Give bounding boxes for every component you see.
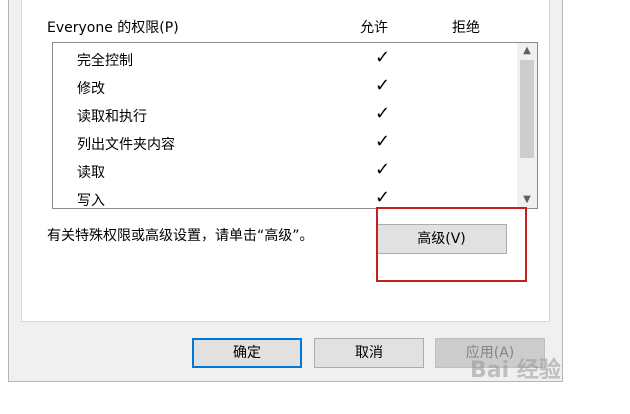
permission-row[interactable]: 读取 ✓ — [53, 159, 519, 184]
permission-name: 写入 — [77, 193, 105, 209]
permission-row[interactable]: 修改 ✓ — [53, 75, 519, 100]
permissions-list[interactable]: 完全控制 ✓ 修改 ✓ 读取和执行 ✓ 列出文件夹内容 ✓ 读取 ✓ 写入 ✓ — [52, 42, 538, 209]
allow-check-icon: ✓ — [375, 75, 391, 96]
cancel-button[interactable]: 取消 — [314, 338, 424, 368]
allow-check-icon: ✓ — [375, 103, 391, 124]
permission-name: 列出文件夹内容 — [77, 137, 175, 153]
allow-check-icon: ✓ — [375, 187, 391, 208]
allow-check-icon: ✓ — [375, 159, 391, 180]
permission-name: 读取和执行 — [77, 109, 147, 125]
chevron-down-icon[interactable]: ▼ — [517, 192, 537, 208]
allow-column-header: 允许 — [360, 20, 388, 36]
ok-button[interactable]: 确定 — [192, 338, 302, 368]
permission-row[interactable]: 读取和执行 ✓ — [53, 103, 519, 128]
chevron-up-icon[interactable]: ▲ — [517, 43, 537, 59]
allow-check-icon: ✓ — [375, 47, 391, 68]
permission-name: 完全控制 — [77, 53, 133, 69]
scroll-thumb[interactable] — [520, 60, 534, 158]
advanced-hint-text: 有关特殊权限或高级设置，请单击“高级”。 — [47, 228, 314, 244]
list-scrollbar[interactable]: ▲ ▼ — [517, 43, 537, 208]
permission-row[interactable]: 列出文件夹内容 ✓ — [53, 131, 519, 156]
allow-check-icon: ✓ — [375, 131, 391, 152]
watermark-logo: Bai 经验 — [470, 358, 561, 383]
deny-column-header: 拒绝 — [452, 20, 480, 36]
permission-row[interactable]: 完全控制 ✓ — [53, 47, 519, 72]
highlight-box — [376, 207, 527, 282]
permissions-title: Everyone 的权限(P) — [47, 20, 179, 36]
permission-row[interactable]: 写入 ✓ — [53, 187, 519, 209]
permission-name: 修改 — [77, 81, 105, 97]
permission-name: 读取 — [77, 165, 105, 181]
security-dialog: Everyone 的权限(P) 允许 拒绝 完全控制 ✓ 修改 ✓ 读取和执行 … — [8, 0, 563, 382]
